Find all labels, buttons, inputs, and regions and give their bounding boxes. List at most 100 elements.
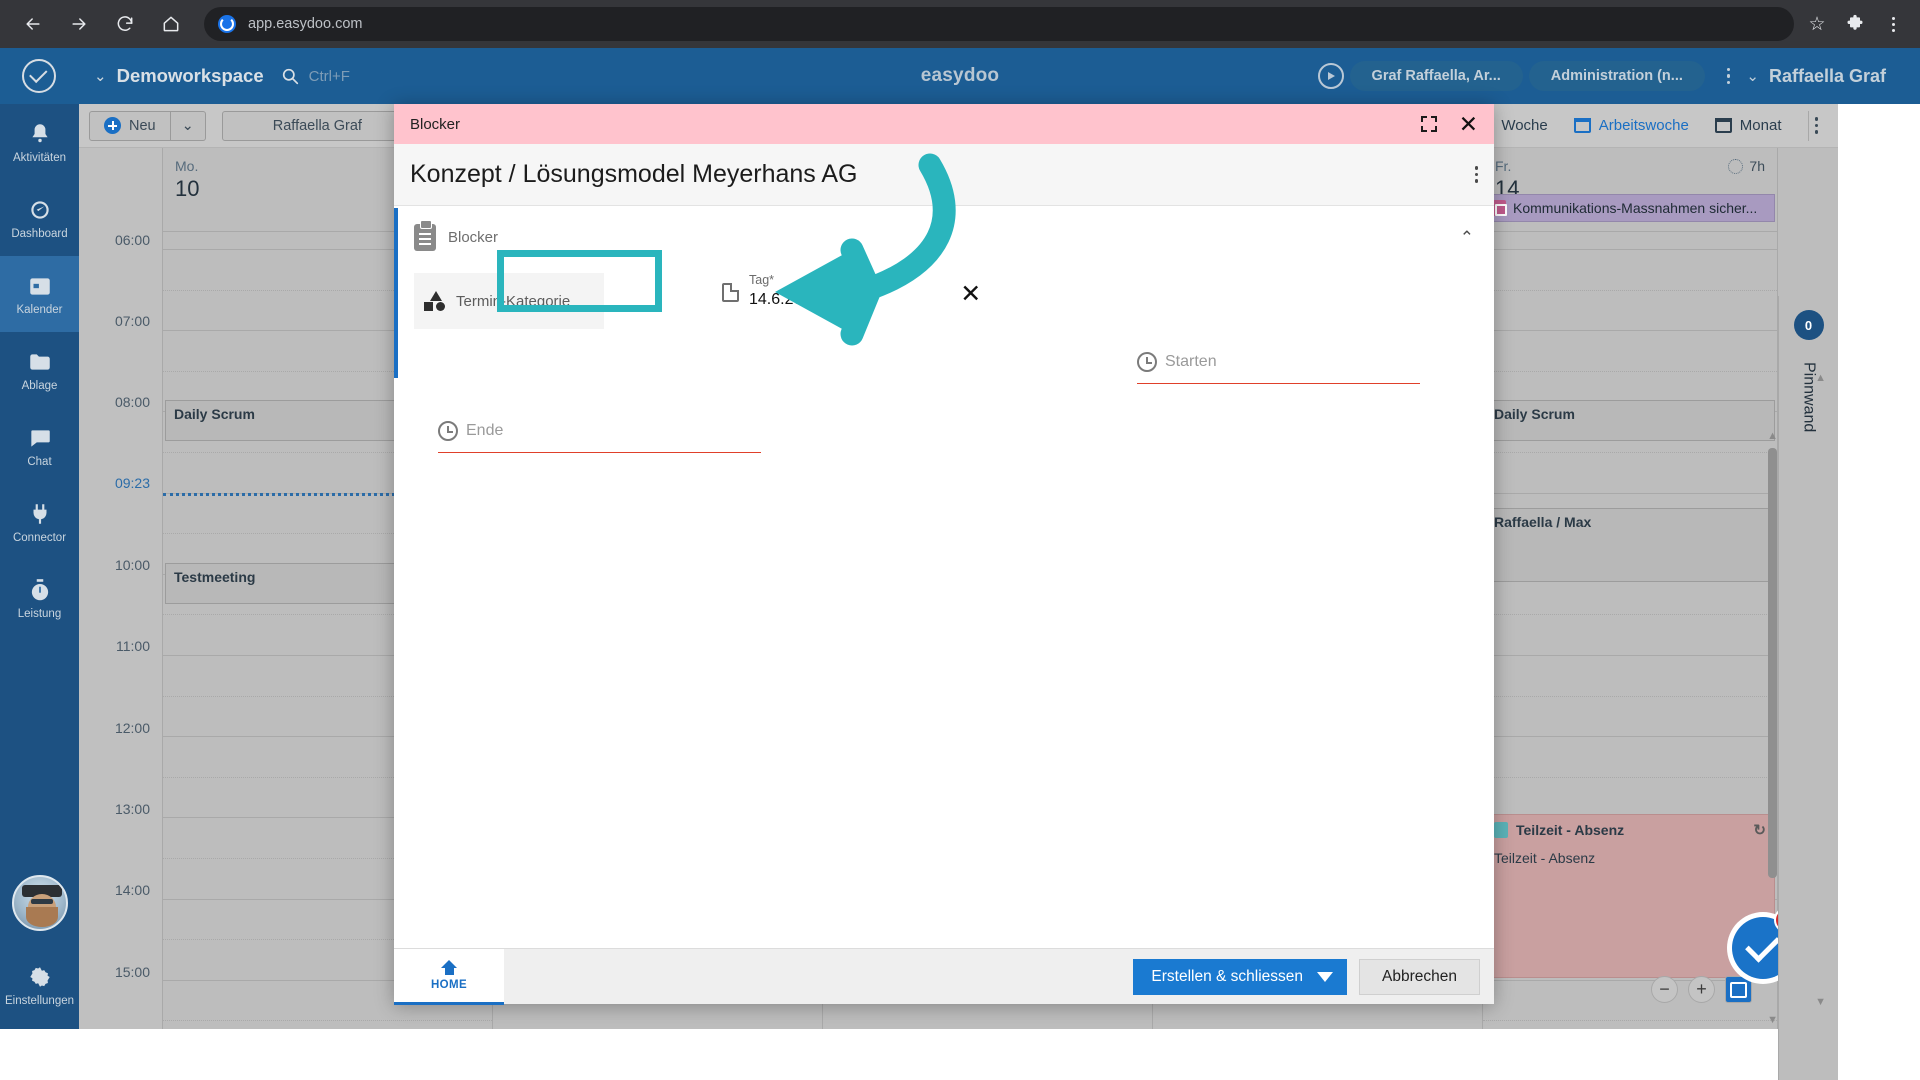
ende-underline (438, 452, 761, 453)
browser-back-button[interactable] (14, 5, 52, 43)
browser-toolbar: app.easydoo.com ☆ (0, 0, 1920, 48)
contact-badge-icon (1492, 200, 1507, 216)
search-icon (282, 68, 298, 84)
calendar-event-pinned[interactable]: Kommunikations-Massnahmen sicher... (1485, 194, 1775, 222)
calendar-event-subtitle: Teilzeit - Absenz (1494, 850, 1596, 866)
dialog-section-header[interactable]: Blocker ⌃ (414, 220, 1474, 251)
kebab-menu-icon[interactable] (1876, 7, 1910, 41)
current-user-name[interactable]: Raffaella Graf (1769, 66, 1886, 87)
chevron-down-icon[interactable]: ⌄ (1746, 67, 1759, 85)
calendar-event[interactable]: Raffaella / Max (1485, 508, 1775, 582)
hour-label: 06:00 (114, 232, 150, 248)
hour-label: 15:00 (114, 964, 150, 980)
scroll-up-arrow-icon[interactable]: ▲ (1767, 430, 1778, 442)
context-pill-role[interactable]: Administration (n... (1528, 61, 1705, 91)
clear-date-close-icon[interactable]: ✕ (960, 279, 981, 309)
pinnwand-scroll-up-icon[interactable]: ▲ (1815, 372, 1826, 384)
chevron-up-icon[interactable]: ⌃ (1460, 228, 1474, 248)
new-button[interactable]: Neu (89, 110, 171, 141)
sidebar-item-aktivitaeten[interactable]: Aktivitäten (0, 104, 79, 180)
header-kebab-menu-icon[interactable] (1726, 67, 1731, 85)
play-icon[interactable] (1317, 63, 1344, 89)
hour-label: 08:00 (114, 394, 150, 410)
calendar-options-kebab-menu-icon[interactable] (1807, 110, 1825, 141)
hour-label: 13:00 (114, 801, 150, 817)
sidebar: Aktivitäten Dashboard Kalender Ablage Ch… (0, 104, 79, 1029)
view-monat[interactable]: Monat (1714, 117, 1782, 134)
global-search[interactable]: Ctrl+F (282, 68, 350, 85)
sidebar-item-connector[interactable]: Connector (0, 484, 79, 560)
browser-home-button[interactable] (152, 5, 190, 43)
tag-field-value: 14.6.2024 (749, 291, 821, 308)
calendar-event-title: Teilzeit - Absenz (1516, 822, 1625, 838)
browser-actions: ☆ (1796, 7, 1920, 41)
browser-forward-button[interactable] (60, 5, 98, 43)
clipboard-icon (1494, 822, 1508, 838)
dialog-accent-bar (394, 208, 398, 378)
expand-icon[interactable] (1420, 116, 1437, 132)
calendar-event-title: Kommunikations-Massnahmen sicher... (1513, 200, 1758, 216)
calendar-scrollbar-thumb[interactable] (1768, 448, 1777, 878)
close-icon[interactable]: ✕ (1459, 112, 1478, 136)
pinnwand-panel[interactable]: 0 Pinnwand ‹ (1778, 296, 1838, 1080)
sidebar-item-chat[interactable]: Chat (0, 408, 79, 484)
dialog-footer: HOME Erstellen & schliessen Abbrechen (394, 948, 1494, 1005)
clipboard-icon (414, 220, 436, 251)
scroll-down-arrow-icon[interactable]: ▼ (1767, 1014, 1778, 1026)
avatar[interactable] (11, 875, 68, 931)
chevron-down-icon[interactable]: ⌄ (94, 67, 107, 85)
annotation-highlight-box (497, 250, 662, 312)
home-icon (440, 959, 458, 975)
view-arbeitswoche[interactable]: Arbeitswoche (1573, 117, 1689, 134)
new-dropdown-button[interactable]: ⌄ (170, 110, 206, 141)
site-favicon-icon (218, 15, 236, 33)
dialog-heading: Konzept / Lösungsmodel Meyerhans AG (410, 160, 858, 188)
address-bar[interactable]: app.easydoo.com (204, 7, 1794, 41)
dialog-body: Blocker ⌃ Termin-Kategorie Tag* 14.6.202… (394, 206, 1494, 948)
sidebar-item-label: Leistung (17, 607, 62, 620)
sidebar-item-kalender[interactable]: Kalender (0, 256, 79, 332)
chevron-down-icon[interactable] (1317, 971, 1334, 982)
puzzle-icon[interactable] (1838, 7, 1872, 41)
star-icon[interactable]: ☆ (1800, 7, 1834, 41)
folder-icon (29, 353, 50, 370)
abbrechen-button[interactable]: Abbrechen (1359, 958, 1480, 995)
clock-icon (1728, 158, 1744, 174)
sidebar-item-leistung[interactable]: Leistung (0, 560, 79, 636)
tab-home[interactable]: HOME (394, 948, 504, 1005)
zoom-out-button[interactable]: − (1651, 976, 1678, 1003)
brand-title: easydoo (920, 65, 1000, 86)
context-pill-person[interactable]: Graf Raffaella, Ar... (1349, 61, 1523, 91)
starten-field[interactable]: Starten (1137, 352, 1420, 384)
dialog-kebab-menu-icon[interactable] (1474, 166, 1478, 183)
clock-icon (1137, 352, 1157, 372)
recurring-icon: ↻ (1753, 822, 1766, 839)
ende-field[interactable]: Ende (438, 421, 761, 453)
hour-label: 10:00 (114, 557, 150, 573)
gauge-icon (30, 200, 49, 219)
sidebar-item-dashboard[interactable]: Dashboard (0, 180, 79, 256)
calendar-event[interactable]: Daily Scrum (1485, 400, 1775, 441)
erstellen-und-schliessen-button[interactable]: Erstellen & schliessen (1133, 958, 1348, 995)
browser-reload-button[interactable] (106, 5, 144, 43)
stopwatch-icon (31, 578, 48, 600)
day-column-friday[interactable]: Fr. 14 7h Kommunikations-Massnahmen sich… (1483, 148, 1778, 1029)
blocker-dialog: Blocker ✕ Konzept / Lösungsmodel Meyerha… (394, 104, 1494, 1005)
sidebar-item-ablage[interactable]: Ablage (0, 332, 79, 408)
tag-field[interactable]: Tag* 14.6.2024 (722, 273, 820, 309)
person-filter-chip[interactable]: Raffaella Graf (221, 110, 413, 141)
workspace-name[interactable]: Demoworkspace (117, 65, 264, 87)
pinnwand-scroll-down-icon[interactable]: ▼ (1815, 996, 1826, 1008)
sidebar-item-einstellungen[interactable]: Einstellungen (0, 947, 79, 1023)
dialog-section-label: Blocker (448, 229, 499, 246)
app-header-right: Graf Raffaella, Ar... Administration (n.… (1317, 61, 1920, 91)
ende-placeholder: Ende (466, 422, 504, 439)
today-checkbox-button[interactable] (1725, 976, 1752, 1003)
calendar-view-switcher: Woche Arbeitswoche Monat (1476, 110, 1838, 141)
starten-underline (1137, 383, 1420, 384)
calendar-zoom-controls: − + (1651, 976, 1752, 1003)
sidebar-item-label: Aktivitäten (12, 151, 67, 164)
zoom-in-button[interactable]: + (1688, 976, 1715, 1003)
day-duration: 7h (1749, 158, 1765, 174)
easydoo-logo-icon[interactable] (22, 59, 56, 93)
